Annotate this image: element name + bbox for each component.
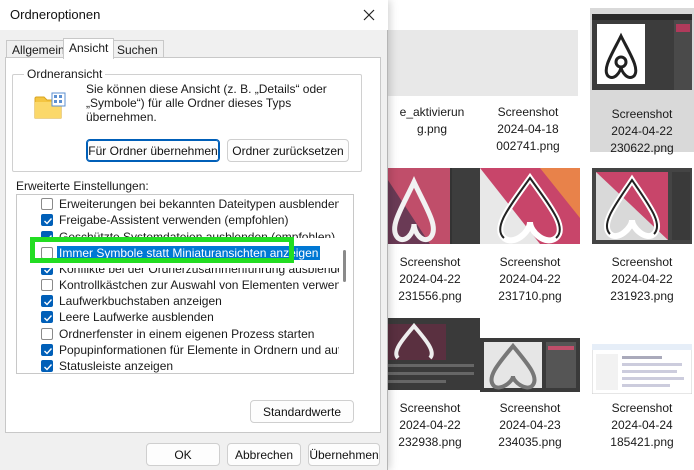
annotation-highlight-box — [30, 237, 294, 263]
group-label: Ordneransicht — [24, 67, 106, 81]
checkmark-icon — [44, 364, 53, 371]
image-thumbnail — [380, 318, 480, 390]
checkmark-icon — [44, 348, 53, 355]
setting-label: Laufwerkbuchstaben anzeigen — [59, 294, 222, 308]
checkbox-checked[interactable] — [41, 344, 53, 356]
file-name-line: 231710.png — [498, 289, 562, 303]
setting-label: Statusleiste anzeigen — [59, 359, 174, 373]
apply-to-folders-button[interactable]: Für Ordner übernehmen — [86, 139, 220, 162]
advanced-settings-label: Erweiterte Einstellungen: — [16, 179, 149, 193]
file-name-line: 002741.png — [496, 139, 560, 153]
image-thumbnail — [592, 14, 692, 90]
file-name-line: Screenshot — [399, 255, 461, 269]
file-name-line: 2024-04-22 — [499, 272, 561, 286]
checkbox-checked[interactable] — [41, 360, 53, 372]
cancel-button[interactable]: Abbrechen — [227, 443, 301, 466]
dialog-title: Ordneroptionen — [10, 7, 101, 22]
list-item[interactable]: Popupinformationen für Elemente in Ordne… — [17, 342, 339, 358]
checkbox-checked[interactable] — [41, 295, 53, 307]
tab-ansicht[interactable]: Ansicht — [63, 38, 115, 59]
file-name-line: 2024-04-18 — [497, 122, 559, 136]
list-scrollbar[interactable] — [338, 194, 352, 374]
list-item[interactable]: Leere Laufwerke ausblenden — [17, 309, 339, 325]
file-name-line: 232938.png — [398, 435, 462, 449]
checkmark-icon — [44, 268, 52, 274]
checkbox-unchecked[interactable] — [41, 279, 53, 291]
setting-label: Popupinformationen für Elemente in Ordne… — [59, 343, 339, 357]
list-item[interactable]: Statusleiste anzeigen — [17, 358, 339, 373]
file-name-line: Screenshot — [611, 255, 673, 269]
setting-label: Ordnerfenster in einem eigenen Prozess s… — [59, 327, 315, 341]
checkmark-icon — [44, 315, 53, 322]
list-item[interactable]: Konflikte bei der Ordnerzusammenführung … — [17, 262, 339, 277]
file-name-line: Screenshot — [499, 255, 561, 269]
file-name-line: 2024-04-22 — [611, 124, 673, 138]
tab-allgemein[interactable]: Allgemein — [6, 40, 71, 58]
setting-label: Freigabe-Assistent verwenden (empfohlen) — [59, 213, 289, 227]
ok-button[interactable]: OK — [146, 443, 220, 466]
list-item[interactable]: Kontrollkästchen zur Auswahl von Element… — [17, 277, 339, 293]
image-thumbnail — [592, 344, 692, 394]
setting-label: Kontrollkästchen zur Auswahl von Element… — [59, 278, 339, 292]
image-thumbnail — [480, 168, 580, 244]
checkmark-icon — [44, 299, 53, 306]
file-name-line: 2024-04-24 — [611, 418, 673, 432]
file-name-line: 185421.png — [610, 435, 674, 449]
reset-folders-button[interactable]: Ordner zurücksetzen — [227, 139, 349, 162]
list-item[interactable]: Freigabe-Assistent verwenden (empfohlen) — [17, 212, 339, 228]
thumbnail-placeholder — [388, 30, 578, 96]
file-name-line: Screenshot — [399, 401, 461, 415]
file-name-line: 234035.png — [498, 435, 562, 449]
group-description: Sie können diese Ansicht (z. B. „Details… — [86, 82, 327, 124]
close-button[interactable] — [356, 3, 382, 27]
close-icon — [363, 9, 375, 21]
folder-view-icon — [34, 92, 66, 120]
file-name-line: 230622.png — [610, 141, 674, 155]
file-name-line: 2024-04-22 — [399, 418, 461, 432]
setting-label: Leere Laufwerke ausblenden — [59, 310, 214, 324]
file-name-line: Screenshot — [611, 107, 673, 121]
list-item[interactable]: Laufwerkbuchstaben anzeigen — [17, 293, 339, 309]
setting-label: Erweiterungen bei bekannten Dateitypen a… — [59, 197, 339, 211]
file-name-line: Screenshot — [611, 401, 673, 415]
checkmark-icon — [44, 218, 53, 225]
folder-options-dialog: Ordneroptionen Allgemein Ansicht Suchen … — [0, 0, 388, 470]
tab-suchen[interactable]: Suchen — [111, 40, 164, 58]
file-name-line: 2024-04-22 — [399, 272, 461, 286]
checkbox-unchecked[interactable] — [41, 198, 53, 210]
image-thumbnail — [592, 168, 692, 244]
file-name-line: 2024-04-22 — [611, 272, 673, 286]
checkbox-checked[interactable] — [41, 311, 53, 323]
scrollbar-thumb[interactable] — [343, 250, 346, 282]
setting-label: Konflikte bei der Ordnerzusammenführung … — [59, 262, 339, 276]
file-name-line: Screenshot — [497, 105, 559, 119]
apply-button[interactable]: Übernehmen — [308, 443, 380, 466]
file-name-line: 231923.png — [610, 289, 674, 303]
list-item[interactable]: Erweiterungen bei bekannten Dateitypen a… — [17, 196, 339, 212]
title-bar: Ordneroptionen — [0, 0, 388, 30]
checkbox-unchecked[interactable] — [41, 328, 53, 340]
list-item[interactable]: Ordnerfenster in einem eigenen Prozess s… — [17, 326, 339, 342]
checkbox-checked[interactable] — [41, 214, 53, 226]
file-name-line: Screenshot — [499, 401, 561, 415]
restore-defaults-button[interactable]: Standardwerte — [250, 400, 354, 423]
image-thumbnail — [480, 338, 580, 392]
file-name-line: 231556.png — [398, 289, 462, 303]
image-thumbnail — [380, 168, 480, 244]
checkbox-checked[interactable] — [41, 268, 53, 275]
file-name-line: 2024-04-23 — [499, 418, 561, 432]
advanced-settings-list[interactable]: Erweiterungen bei bekannten Dateitypen a… — [16, 194, 354, 374]
